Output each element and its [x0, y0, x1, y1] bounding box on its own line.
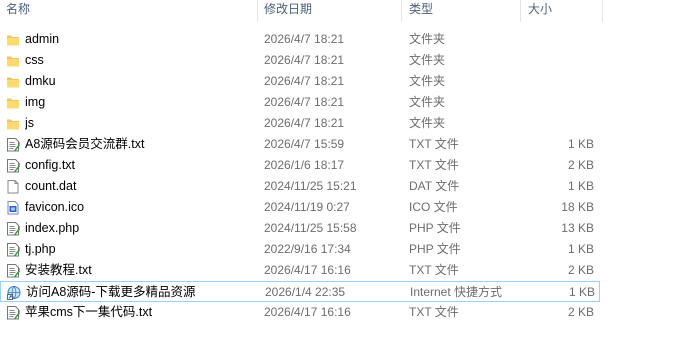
file-modified-date: 2024/11/19 0:27: [264, 200, 350, 214]
file-name: js: [25, 116, 35, 130]
file-name: dmku: [25, 74, 56, 88]
file-name: 苹果cms下一集代码.txt: [25, 305, 153, 319]
text-file-icon: [6, 263, 21, 278]
image-file-icon: [6, 200, 20, 215]
file-modified-date: 2026/1/4 22:35: [265, 285, 346, 299]
file-size: 1 KB: [567, 137, 594, 151]
file-size: [520, 50, 594, 71]
text-file-icon: [6, 137, 21, 152]
file-row[interactable]: config.txt 2026/1/6 18:17 TXT 文件 2 KB: [0, 155, 600, 176]
file-size: 13 KB: [561, 221, 594, 235]
file-type: PHP 文件: [409, 242, 461, 256]
file-type: 文件夹: [409, 53, 446, 67]
file-modified-date: 2026/4/7 18:21: [264, 95, 345, 109]
file-size: [520, 71, 594, 92]
file-type: ICO 文件: [409, 200, 458, 214]
file-size: 2 KB: [567, 305, 594, 319]
file-type: TXT 文件: [409, 158, 459, 172]
file-modified-date: 2026/4/7 15:59: [264, 137, 345, 151]
column-divider[interactable]: [257, 0, 258, 22]
column-header: 名称 修改日期 类型 大小: [0, 0, 673, 22]
file-size: [520, 29, 594, 50]
column-header-modified[interactable]: 修改日期: [264, 0, 400, 22]
file-modified-date: 2026/4/17 16:16: [264, 263, 351, 277]
file-modified-date: 2026/1/6 18:17: [264, 158, 345, 172]
file-modified-date: 2026/4/7 18:21: [264, 32, 345, 46]
column-header-name[interactable]: 名称: [6, 0, 256, 22]
file-modified-date: 2026/4/7 18:21: [264, 74, 345, 88]
column-divider[interactable]: [602, 0, 603, 22]
file-name: config.txt: [25, 158, 76, 172]
file-row[interactable]: A8源码会员交流群.txt 2026/4/7 15:59 TXT 文件 1 KB: [0, 134, 600, 155]
file-size: [520, 92, 594, 113]
column-header-type[interactable]: 类型: [409, 0, 519, 22]
file-row[interactable]: favicon.ico 2024/11/19 0:27 ICO 文件 18 KB: [0, 197, 600, 218]
file-name: img: [25, 95, 46, 109]
file-size: [520, 113, 594, 134]
text-file-icon: [6, 305, 21, 320]
file-row[interactable]: count.dat 2024/11/25 15:21 DAT 文件 1 KB: [0, 176, 600, 197]
blank-file-icon: [6, 179, 20, 194]
file-type: TXT 文件: [409, 137, 459, 151]
file-row[interactable]: admin 2026/4/7 18:21 文件夹: [0, 29, 600, 50]
text-file-icon: [6, 221, 21, 236]
file-type: 文件夹: [409, 95, 446, 109]
file-name: favicon.ico: [25, 200, 85, 214]
folder-icon: [6, 74, 20, 89]
text-file-icon: [6, 242, 21, 257]
folder-icon: [6, 116, 20, 131]
file-modified-date: 2022/9/16 17:34: [264, 242, 351, 256]
file-row[interactable]: 访问A8源码-下载更多精品资源 2026/1/4 22:35 Internet 快捷…: [0, 281, 600, 302]
file-row[interactable]: 苹果cms下一集代码.txt 2026/4/17 16:16 TXT 文件 2 KB: [0, 302, 600, 323]
file-type: 文件夹: [409, 32, 446, 46]
file-type: 文件夹: [409, 116, 446, 130]
file-row[interactable]: dmku 2026/4/7 18:21 文件夹: [0, 71, 600, 92]
file-row[interactable]: img 2026/4/7 18:21 文件夹: [0, 92, 600, 113]
folder-icon: [6, 32, 20, 47]
file-size: 1 KB: [567, 242, 594, 256]
file-type: PHP 文件: [409, 221, 461, 235]
file-type: TXT 文件: [409, 263, 459, 277]
folder-icon: [6, 53, 20, 68]
file-row[interactable]: js 2026/4/7 18:21 文件夹: [0, 113, 600, 134]
file-name: index.php: [25, 221, 80, 235]
column-header-size[interactable]: 大小: [528, 0, 602, 22]
internet-shortcut-icon: [7, 285, 21, 300]
file-name: tj.php: [25, 242, 56, 256]
file-size: 2 KB: [567, 263, 594, 277]
file-type: Internet 快捷方式: [410, 285, 503, 299]
file-modified-date: 2024/11/25 15:58: [264, 221, 357, 235]
file-modified-date: 2024/11/25 15:21: [264, 179, 357, 193]
file-size: 1 KB: [568, 285, 595, 299]
folder-icon: [6, 95, 20, 110]
file-type: TXT 文件: [409, 305, 459, 319]
file-modified-date: 2026/4/17 16:16: [264, 305, 351, 319]
file-size: 2 KB: [567, 158, 594, 172]
file-name: 安装教程.txt: [25, 263, 92, 277]
file-size: 1 KB: [567, 179, 594, 193]
file-name: css: [25, 53, 44, 67]
sort-indicator-icon: [131, 0, 138, 1]
file-modified-date: 2026/4/7 18:21: [264, 53, 345, 67]
file-name: 访问A8源码-下载更多精品资源: [26, 285, 196, 299]
column-divider[interactable]: [401, 0, 402, 22]
file-row[interactable]: css 2026/4/7 18:21 文件夹: [0, 50, 600, 71]
file-type: 文件夹: [409, 74, 446, 88]
file-modified-date: 2026/4/7 18:21: [264, 116, 345, 130]
file-name: count.dat: [25, 179, 77, 193]
text-file-icon: [6, 158, 21, 173]
file-name: A8源码会员交流群.txt: [25, 137, 145, 151]
file-type: DAT 文件: [409, 179, 460, 193]
file-name: admin: [25, 32, 60, 46]
file-size: 18 KB: [561, 200, 594, 214]
file-row[interactable]: 安装教程.txt 2026/4/17 16:16 TXT 文件 2 KB: [0, 260, 600, 281]
column-divider[interactable]: [520, 0, 521, 22]
file-row[interactable]: tj.php 2022/9/16 17:34 PHP 文件 1 KB: [0, 239, 600, 260]
file-row[interactable]: index.php 2024/11/25 15:58 PHP 文件 13 KB: [0, 218, 600, 239]
